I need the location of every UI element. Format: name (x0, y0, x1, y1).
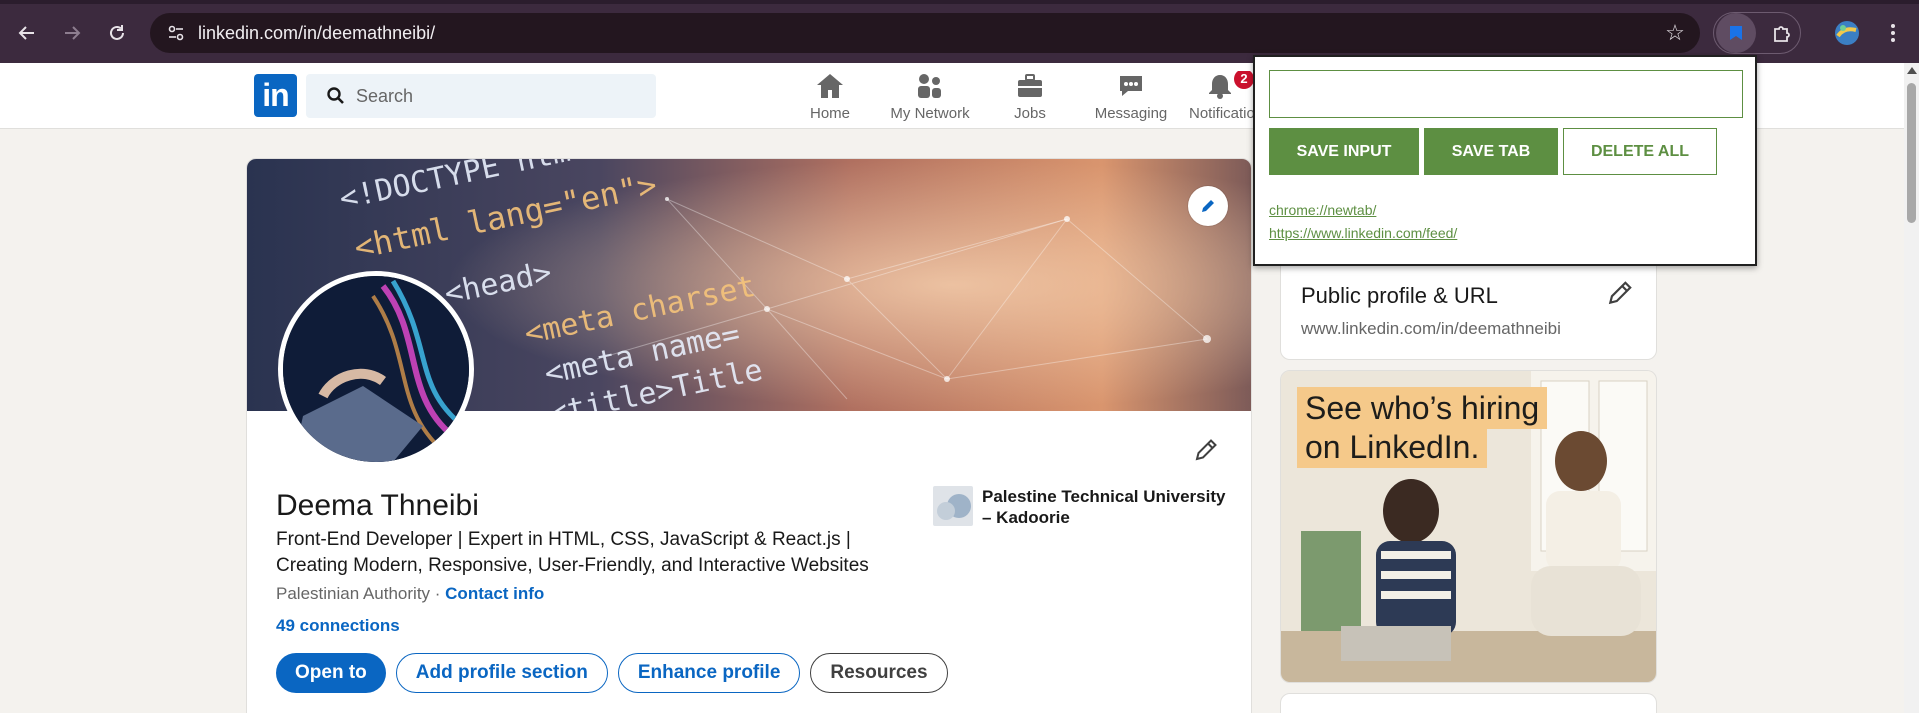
browser-toolbar: linkedin.com/in/deemathneibi/ ☆ (0, 0, 1919, 63)
contact-info-link[interactable]: Contact info (445, 584, 544, 603)
school-logo (933, 486, 973, 526)
profile-avatar-button[interactable] (1827, 13, 1867, 53)
search-input[interactable] (356, 85, 636, 107)
add-profile-section-button[interactable]: Add profile section (395, 653, 608, 693)
nav-label: Messaging (1094, 105, 1168, 122)
education-entry[interactable]: Palestine Technical University – Kadoori… (933, 486, 1232, 528)
nav-home[interactable]: Home (780, 71, 880, 127)
saved-links-list: chrome://newtab/ https://www.linkedin.co… (1269, 199, 1457, 245)
home-icon (817, 74, 843, 98)
profile-name: Deema Thneibi (276, 489, 479, 522)
save-input-button[interactable]: SAVE INPUT (1269, 128, 1419, 175)
profile-card: <!DOCTYPE html> <html lang="en"> <head> … (246, 158, 1252, 713)
extension-popup: SAVE INPUT SAVE TAB DELETE ALL chrome://… (1253, 55, 1757, 266)
nav-label: Home (809, 105, 850, 122)
edit-intro-button[interactable] (1190, 434, 1222, 466)
location-text: Palestinian Authority (276, 584, 431, 603)
page-scrollbar[interactable] (1904, 63, 1919, 713)
saved-link[interactable]: https://www.linkedin.com/feed/ (1269, 222, 1457, 245)
profile-headline: Front-End Developer | Expert in HTML, CS… (276, 529, 869, 576)
public-profile-url: www.linkedin.com/in/deemathneibi (1301, 319, 1561, 338)
next-sidebar-card (1280, 693, 1657, 713)
site-info-icon[interactable] (164, 21, 188, 45)
public-profile-title: Public profile & URL (1301, 283, 1498, 308)
scroll-up-arrow-icon[interactable] (1907, 67, 1917, 74)
browser-menu-button[interactable] (1873, 13, 1913, 53)
connections-link[interactable]: 49 connections (276, 616, 400, 636)
nav-label: Notifications (1189, 105, 1260, 122)
notification-badge: 2 (1234, 71, 1254, 89)
saved-link[interactable]: chrome://newtab/ (1269, 199, 1457, 222)
network-icon (918, 74, 941, 98)
scrollbar-thumb[interactable] (1907, 83, 1916, 223)
separator: · (430, 584, 446, 603)
delete-all-button[interactable]: DELETE ALL (1563, 128, 1717, 175)
profile-actions: Open to Add profile section Enhance prof… (276, 653, 958, 693)
profile-avatar-icon (1835, 21, 1859, 45)
ad-headline-line2: on LinkedIn. (1297, 426, 1488, 468)
tab-strip (0, 0, 1919, 4)
bookmark-extension-icon (1730, 26, 1742, 40)
ad-headline-line1: See who’s hiring (1297, 387, 1548, 429)
nav-label: My Network (890, 105, 970, 122)
nav-notifications[interactable]: 2 Notifications (1180, 71, 1260, 127)
search-icon (327, 87, 344, 104)
location-line: Palestinian Authority · Contact info (276, 584, 544, 604)
linkedin-logo-text: in (262, 77, 289, 113)
forward-arrow-icon (65, 26, 81, 40)
reload-icon (110, 25, 124, 40)
popup-text-input[interactable] (1269, 70, 1743, 118)
school-name: Palestine Technical University – Kadoori… (982, 487, 1226, 527)
briefcase-icon (1018, 74, 1042, 97)
reload-button[interactable] (101, 17, 133, 49)
open-to-button[interactable]: Open to (276, 653, 386, 693)
puzzle-icon (1774, 26, 1790, 42)
back-arrow-icon (18, 26, 34, 40)
forward-button[interactable] (56, 17, 88, 49)
profile-photo[interactable] (278, 271, 474, 467)
back-button[interactable] (11, 17, 43, 49)
pencil-icon (1202, 200, 1214, 212)
hiring-ad[interactable]: See who’s hiring on LinkedIn. (1280, 370, 1657, 683)
edit-public-profile-button[interactable] (1606, 279, 1634, 307)
pencil-icon (1608, 281, 1632, 305)
nav-messaging[interactable]: Messaging (1081, 71, 1181, 127)
kebab-menu-icon (1891, 24, 1895, 42)
bookmark-star-icon[interactable]: ☆ (1662, 20, 1688, 46)
address-bar[interactable]: linkedin.com/in/deemathneibi/ ☆ (150, 13, 1700, 53)
search-box[interactable] (306, 74, 656, 118)
url-text[interactable]: linkedin.com/in/deemathneibi/ (198, 23, 435, 44)
extensions-menu-button[interactable] (1762, 13, 1802, 53)
bell-icon (1209, 75, 1231, 99)
enhance-profile-button[interactable]: Enhance profile (617, 653, 801, 693)
messaging-icon (1120, 76, 1142, 96)
extension-button[interactable] (1716, 13, 1756, 53)
nav-my-network[interactable]: My Network (880, 71, 980, 127)
save-tab-button[interactable]: SAVE TAB (1424, 128, 1558, 175)
nav-label: Jobs (1014, 105, 1046, 122)
profile-photo-graphic (283, 276, 469, 462)
nav-jobs[interactable]: Jobs (980, 71, 1080, 127)
resources-button[interactable]: Resources (810, 653, 948, 693)
edit-cover-button[interactable] (1188, 186, 1228, 226)
pencil-icon (1195, 439, 1217, 461)
linkedin-logo[interactable]: in (254, 74, 297, 117)
